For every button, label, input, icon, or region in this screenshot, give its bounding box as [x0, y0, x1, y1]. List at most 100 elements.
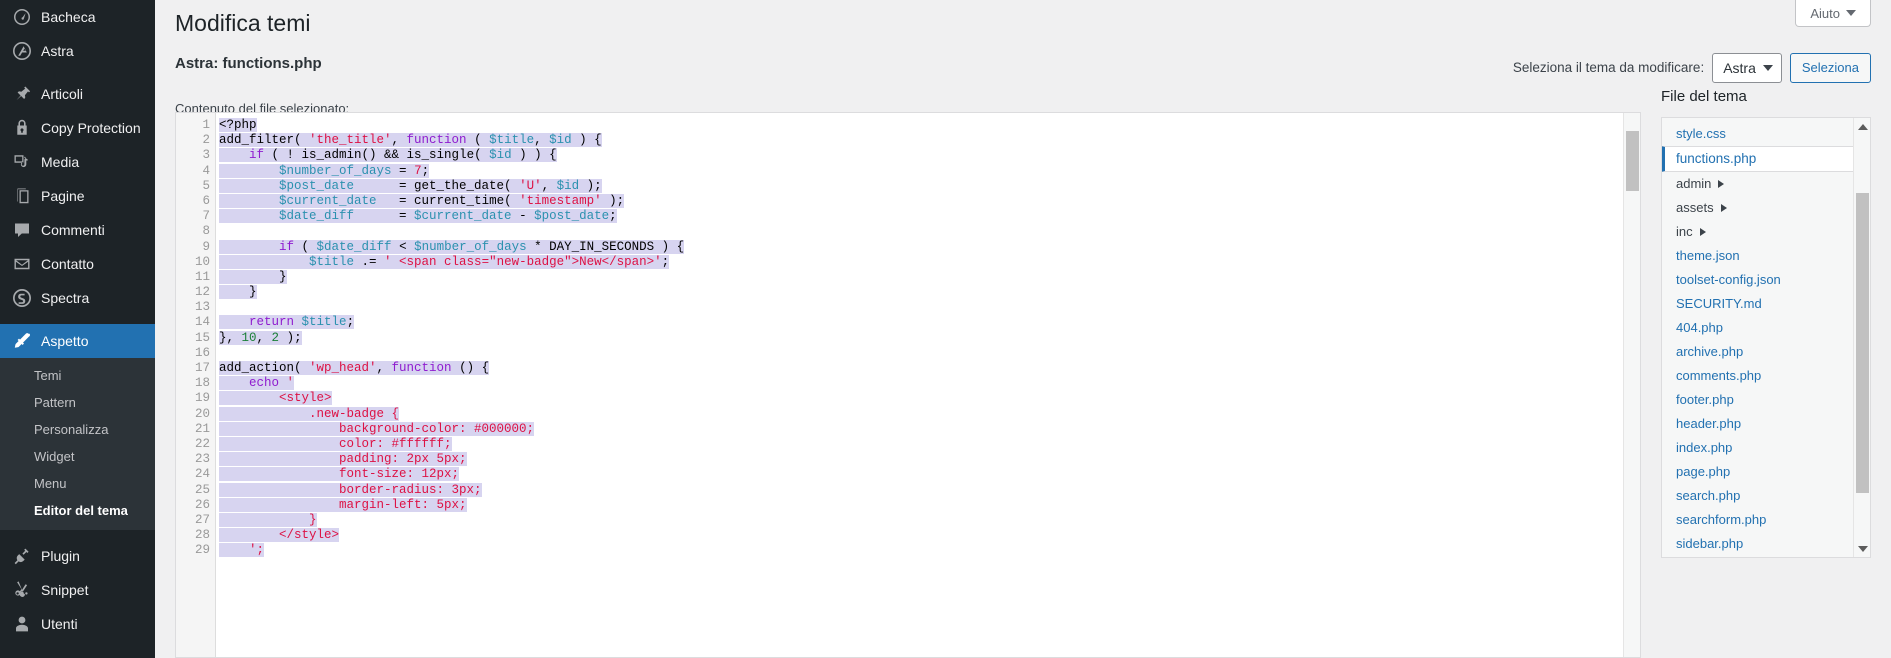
theme-folder-item[interactable]: admin: [1662, 172, 1870, 196]
sidebar-item-label: Articoli: [41, 86, 84, 102]
sidebar-item-articoli[interactable]: Articoli: [0, 77, 155, 111]
plug-icon: [12, 546, 32, 566]
theme-file-item[interactable]: searchform.php: [1662, 508, 1870, 532]
code-token: [219, 254, 310, 269]
line-number: 21: [194, 421, 210, 436]
theme-file-item[interactable]: theme.json: [1662, 244, 1870, 268]
code-token: $number_of_days: [414, 239, 527, 254]
code-token: [219, 178, 280, 193]
sidebar-item-aspetto[interactable]: Aspetto: [0, 324, 155, 358]
sidebar-item-media[interactable]: Media: [0, 145, 155, 179]
code-token: ;: [661, 254, 670, 269]
file-name-label: assets: [1676, 200, 1714, 215]
code-token: [219, 467, 340, 482]
line-number: 24: [194, 467, 210, 482]
theme-file-item[interactable]: search.php: [1662, 484, 1870, 508]
scroll-down-arrow-icon[interactable]: [1854, 540, 1870, 557]
sidebar-item-bacheca[interactable]: Bacheca: [0, 0, 155, 34]
sidebar-item-pagine[interactable]: Pagine: [0, 179, 155, 213]
file-list-scrollbar[interactable]: [1853, 118, 1870, 557]
code-token: $id: [549, 133, 572, 148]
sidebar-item-plugin[interactable]: Plugin: [0, 539, 155, 573]
theme-folder-item[interactable]: inc: [1662, 220, 1870, 244]
help-tab-label: Aiuto: [1810, 5, 1840, 21]
code-line: background-color: #000000;: [219, 421, 1640, 437]
sidebar-item-label: Contatto: [41, 256, 94, 272]
file-name-label: footer.php: [1676, 392, 1734, 407]
code-token: border-radius: 3px;: [339, 482, 482, 497]
theme-file-item[interactable]: page.php: [1662, 460, 1870, 484]
sidebar-item-commenti[interactable]: Commenti: [0, 213, 155, 247]
code-token: [219, 163, 280, 178]
line-number: 13: [194, 300, 210, 315]
editor-scrollbar-thumb[interactable]: [1626, 131, 1639, 191]
code-token: [219, 391, 280, 406]
file-name-label: searchform.php: [1676, 512, 1767, 527]
code-line: margin-left: 5px;: [219, 497, 1640, 513]
code-line: $number_of_days = 7;: [219, 163, 1640, 179]
theme-file-item[interactable]: index.php: [1662, 436, 1870, 460]
theme-file-item[interactable]: archive.php: [1662, 340, 1870, 364]
theme-file-item[interactable]: footer.php: [1662, 388, 1870, 412]
sidebar-item-utenti[interactable]: Utenti: [0, 607, 155, 641]
code-text[interactable]: <?php add_filter( 'the_title', function (…: [216, 113, 1640, 657]
file-list-scrollbar-thumb[interactable]: [1856, 193, 1869, 493]
sidebar-item-snippet[interactable]: Snippet: [0, 573, 155, 607]
sidebar-subitem-menu[interactable]: Menu: [0, 470, 155, 497]
file-name-label: sidebar.php: [1676, 536, 1744, 551]
line-number: 29: [194, 543, 210, 558]
sidebar-subitem-personalizza[interactable]: Personalizza: [0, 416, 155, 443]
code-token: background-color: #000000;: [339, 421, 535, 436]
code-area[interactable]: 1 2 3 4 5 6 7 8 9 10 11 12 13 14 15 16 17 18 19 20 21 22 23 24 2…: [176, 113, 1640, 657]
theme-file-item[interactable]: sidebar.php: [1662, 532, 1870, 556]
code-token: (: [294, 239, 317, 254]
screen-meta-links: Aiuto: [1795, 0, 1871, 28]
code-token: [219, 209, 280, 224]
code-token: ) ) {: [511, 148, 557, 163]
theme-file-item[interactable]: toolset-config.json: [1662, 268, 1870, 292]
file-name-label: SECURITY.md: [1676, 296, 1762, 311]
file-name-label: admin: [1676, 176, 1712, 191]
line-number: 14: [194, 315, 210, 330]
sidebar-subitem-widget[interactable]: Widget: [0, 443, 155, 470]
media-icon: [12, 152, 32, 172]
theme-select[interactable]: Astra: [1712, 52, 1782, 83]
sidebar-item-astra[interactable]: Astra: [0, 34, 155, 68]
theme-file-item[interactable]: single.php: [1662, 556, 1870, 557]
theme-folder-item[interactable]: assets: [1662, 196, 1870, 220]
theme-file-item[interactable]: 404.php: [1662, 316, 1870, 340]
code-token: <style>: [279, 391, 332, 406]
code-token: = current_time(: [376, 193, 520, 208]
file-name-label: theme.json: [1676, 248, 1740, 263]
sidebar-item-copy-protection[interactable]: Copy Protection: [0, 111, 155, 145]
theme-file-item[interactable]: header.php: [1662, 412, 1870, 436]
code-token: </style>: [279, 528, 340, 543]
file-name-label: archive.php: [1676, 344, 1744, 359]
sidebar-item-spectra[interactable]: Spectra: [0, 281, 155, 315]
theme-file-item[interactable]: comments.php: [1662, 364, 1870, 388]
code-line: $current_date = current_time( 'timestamp…: [219, 193, 1640, 209]
line-number: 17: [194, 361, 210, 375]
editor-scrollbar[interactable]: [1623, 113, 1640, 657]
scroll-up-arrow-icon[interactable]: [1854, 118, 1870, 135]
theme-file-item[interactable]: SECURITY.md: [1662, 292, 1870, 316]
spectra-icon: [12, 288, 32, 308]
help-tab-button[interactable]: Aiuto: [1795, 0, 1871, 27]
theme-file-item[interactable]: style.css: [1662, 122, 1870, 146]
file-name-label: index.php: [1676, 440, 1733, 455]
code-token: $current_date: [279, 193, 377, 208]
code-line: }: [219, 269, 1640, 285]
code-token: ';: [249, 543, 265, 558]
select-theme-button[interactable]: Seleziona: [1789, 52, 1871, 83]
code-token: );: [579, 178, 602, 193]
code-token: ' <span class="new-badge">New</span>': [384, 254, 662, 269]
sidebar-item-contatto[interactable]: Contatto: [0, 247, 155, 281]
theme-file-item[interactable]: functions.php: [1662, 146, 1870, 172]
sidebar-subitem-temi[interactable]: Temi: [0, 362, 155, 389]
sidebar-subitem-editor-del-tema[interactable]: Editor del tema: [0, 497, 155, 524]
user-icon: [12, 614, 32, 634]
code-token: = get_the_date(: [354, 178, 520, 193]
theme-files-heading: File del tema: [1661, 88, 1747, 105]
code-editor[interactable]: 1 2 3 4 5 6 7 8 9 10 11 12 13 14 15 16 17 18 19 20 21 22 23 24 2…: [175, 112, 1641, 658]
sidebar-subitem-pattern[interactable]: Pattern: [0, 389, 155, 416]
